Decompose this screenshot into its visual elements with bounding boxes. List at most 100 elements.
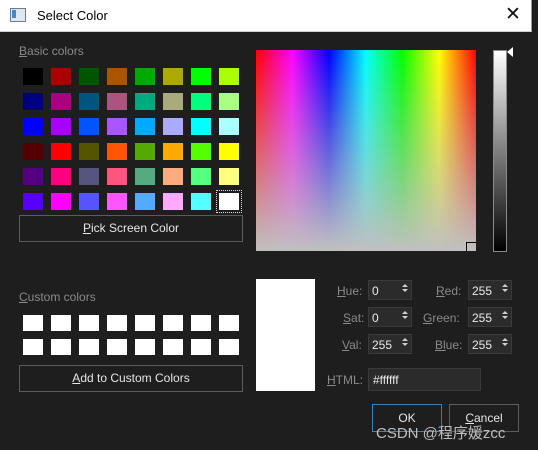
luminance-slider[interactable] xyxy=(493,50,507,252)
basic-color-swatch[interactable] xyxy=(191,168,211,185)
window-title: Select Color xyxy=(37,8,108,23)
basic-color-swatch[interactable] xyxy=(163,93,183,110)
custom-color-swatch[interactable] xyxy=(107,315,127,331)
basic-color-swatch[interactable] xyxy=(107,93,127,110)
luminance-arrow-icon[interactable] xyxy=(507,47,513,57)
spin-arrows-icon[interactable] xyxy=(401,282,409,298)
title-bar: Select Color ✕ xyxy=(0,0,532,32)
spin-arrows-icon[interactable] xyxy=(401,309,409,325)
custom-color-swatch[interactable] xyxy=(107,339,127,355)
spin-arrows-icon[interactable] xyxy=(401,336,409,352)
basic-color-swatch[interactable] xyxy=(191,68,211,85)
watermark-text: CSDN @程序媛zcc xyxy=(376,425,506,442)
custom-color-swatch[interactable] xyxy=(51,315,71,331)
green-value: 255 xyxy=(472,311,493,325)
basic-color-swatch[interactable] xyxy=(23,93,43,110)
basic-color-swatch[interactable] xyxy=(163,118,183,135)
basic-color-swatch[interactable] xyxy=(219,143,239,160)
basic-color-swatch[interactable] xyxy=(135,68,155,85)
html-color-input[interactable]: #ffffff xyxy=(368,368,481,391)
basic-color-swatch[interactable] xyxy=(163,143,183,160)
basic-color-swatch[interactable] xyxy=(79,143,99,160)
custom-color-swatch[interactable] xyxy=(191,315,211,331)
hue-value: 0 xyxy=(372,284,379,298)
color-preview xyxy=(256,279,315,391)
red-spinbox[interactable]: 255 xyxy=(468,280,512,300)
basic-color-swatch[interactable] xyxy=(23,168,43,185)
basic-color-swatch[interactable] xyxy=(191,193,211,210)
app-icon xyxy=(10,8,26,22)
custom-color-swatch[interactable] xyxy=(23,339,43,355)
custom-color-swatch[interactable] xyxy=(191,339,211,355)
basic-color-swatch[interactable] xyxy=(23,68,43,85)
sat-value: 0 xyxy=(372,311,379,325)
basic-color-swatch[interactable] xyxy=(219,93,239,110)
basic-color-swatch[interactable] xyxy=(79,93,99,110)
val-value: 255 xyxy=(372,338,393,352)
add-to-custom-colors-button[interactable]: Add to Custom Colors xyxy=(19,365,243,392)
basic-color-swatch[interactable] xyxy=(191,143,211,160)
basic-color-swatch[interactable] xyxy=(191,118,211,135)
hue-label: Hue: xyxy=(337,284,363,298)
spectrum-crosshair[interactable] xyxy=(466,242,476,252)
basic-color-swatch[interactable] xyxy=(79,168,99,185)
html-label: HTML: xyxy=(327,373,364,387)
basic-color-swatch[interactable] xyxy=(107,118,127,135)
custom-color-swatch[interactable] xyxy=(219,315,239,331)
spin-arrows-icon[interactable] xyxy=(501,336,509,352)
basic-color-swatch[interactable] xyxy=(135,143,155,160)
basic-color-swatch[interactable] xyxy=(135,93,155,110)
basic-color-swatch[interactable] xyxy=(163,193,183,210)
basic-color-swatch[interactable] xyxy=(51,143,71,160)
basic-color-swatch[interactable] xyxy=(51,168,71,185)
basic-color-swatch[interactable] xyxy=(219,118,239,135)
red-value: 255 xyxy=(472,284,493,298)
custom-color-swatch[interactable] xyxy=(135,315,155,331)
basic-color-swatch[interactable] xyxy=(191,93,211,110)
basic-color-swatch[interactable] xyxy=(51,68,71,85)
custom-color-swatch[interactable] xyxy=(23,315,43,331)
blue-spinbox[interactable]: 255 xyxy=(468,334,512,354)
custom-color-swatch[interactable] xyxy=(79,339,99,355)
custom-color-swatch[interactable] xyxy=(163,339,183,355)
basic-colors-label: Basic colors xyxy=(19,44,84,58)
basic-color-swatch[interactable] xyxy=(135,168,155,185)
custom-color-swatch[interactable] xyxy=(51,339,71,355)
color-spectrum[interactable] xyxy=(256,50,476,251)
basic-color-swatch[interactable] xyxy=(79,118,99,135)
basic-color-swatch[interactable] xyxy=(219,168,239,185)
basic-color-swatch[interactable] xyxy=(216,190,242,213)
basic-color-swatch[interactable] xyxy=(107,193,127,210)
basic-color-swatch[interactable] xyxy=(163,68,183,85)
green-label: Green: xyxy=(423,311,460,325)
sat-spinbox[interactable]: 0 xyxy=(368,307,412,327)
basic-color-swatch[interactable] xyxy=(107,143,127,160)
basic-color-swatch[interactable] xyxy=(107,68,127,85)
spin-arrows-icon[interactable] xyxy=(501,282,509,298)
val-spinbox[interactable]: 255 xyxy=(368,334,412,354)
basic-color-swatch[interactable] xyxy=(23,193,43,210)
basic-color-swatch[interactable] xyxy=(51,193,71,210)
custom-color-swatch[interactable] xyxy=(219,339,239,355)
basic-color-swatch[interactable] xyxy=(23,118,43,135)
custom-color-swatch[interactable] xyxy=(79,315,99,331)
basic-color-swatch[interactable] xyxy=(107,168,127,185)
pick-screen-color-button[interactable]: Pick Screen Color xyxy=(19,215,243,242)
basic-color-swatch[interactable] xyxy=(135,193,155,210)
basic-color-swatch[interactable] xyxy=(51,93,71,110)
basic-color-swatch[interactable] xyxy=(23,143,43,160)
basic-color-swatch[interactable] xyxy=(219,68,239,85)
blue-value: 255 xyxy=(472,338,493,352)
custom-color-swatch[interactable] xyxy=(163,315,183,331)
spin-arrows-icon[interactable] xyxy=(501,309,509,325)
basic-color-swatch[interactable] xyxy=(79,68,99,85)
close-icon[interactable]: ✕ xyxy=(499,2,527,28)
basic-color-swatch[interactable] xyxy=(51,118,71,135)
basic-color-swatch[interactable] xyxy=(135,118,155,135)
basic-color-swatch[interactable] xyxy=(163,168,183,185)
hue-spinbox[interactable]: 0 xyxy=(368,280,412,300)
custom-colors-label: Custom colors xyxy=(19,290,96,304)
green-spinbox[interactable]: 255 xyxy=(468,307,512,327)
custom-color-swatch[interactable] xyxy=(135,339,155,355)
basic-color-swatch[interactable] xyxy=(79,193,99,210)
